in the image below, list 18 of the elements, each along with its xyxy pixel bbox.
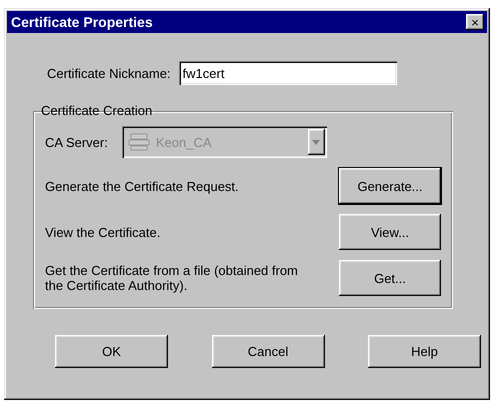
caret-icon	[312, 140, 320, 144]
action-description: Get the Certificate from a file (obtained from the Certificate Authority).	[45, 263, 299, 293]
server-icon	[128, 133, 150, 151]
dialog-button[interactable]: Help	[368, 335, 481, 368]
window-title: Certificate Properties	[11, 14, 153, 30]
nickname-label: Certificate Nickname:	[47, 66, 171, 80]
action-description: Generate the Certificate Request.	[45, 178, 240, 194]
action-button[interactable]: View...	[339, 214, 441, 250]
action-description: View the Certificate.	[45, 224, 162, 240]
ca-server-value: Keon_CA	[156, 134, 213, 150]
ca-server-label: CA Server:	[45, 134, 108, 150]
nickname-field[interactable]: fw1cert	[178, 61, 397, 85]
dialog-button[interactable]: OK	[55, 335, 168, 368]
action-button[interactable]: Generate...	[339, 168, 441, 204]
close-button[interactable]: ×	[466, 14, 484, 30]
group-title: Certificate Creation	[40, 103, 154, 118]
dialog-button[interactable]: Cancel	[212, 335, 324, 368]
action-button[interactable]: Get...	[339, 260, 441, 296]
